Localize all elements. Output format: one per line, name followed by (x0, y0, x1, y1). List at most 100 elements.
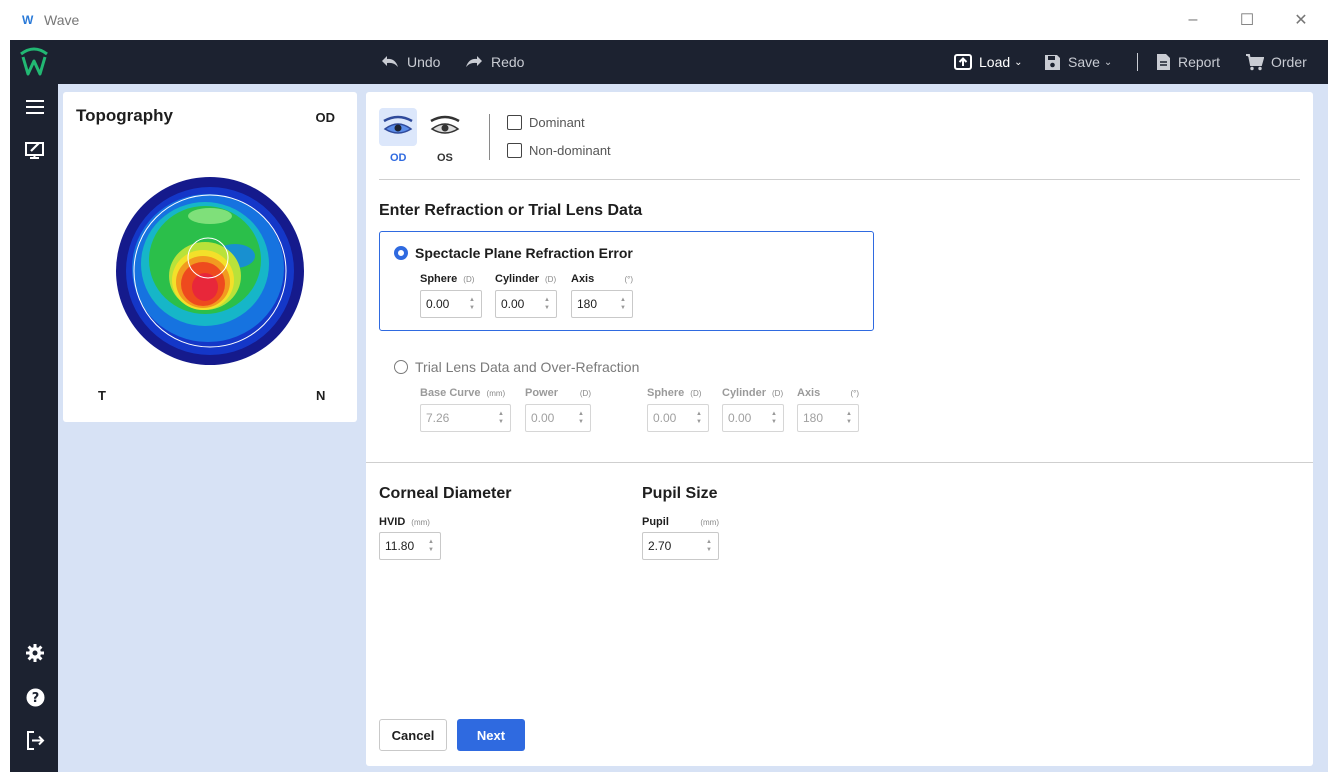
monitor-edit-icon[interactable] (24, 139, 46, 161)
divider (379, 179, 1300, 180)
cylinder-label: Cylinder (D) (495, 273, 557, 285)
os-eye-button[interactable] (426, 108, 464, 146)
svg-text:?: ? (31, 691, 39, 706)
divider (489, 114, 490, 160)
refraction-heading: Enter Refraction or Trial Lens Data (379, 202, 643, 219)
report-button[interactable]: Report (1156, 50, 1220, 74)
next-button[interactable]: Next (457, 719, 525, 751)
pupil-label: Pupil (mm) (642, 516, 719, 528)
menu-icon[interactable] (24, 96, 46, 118)
radio-selected-icon (394, 246, 408, 260)
trial-lens-radio[interactable]: Trial Lens Data and Over-Refraction (394, 359, 639, 375)
power-input[interactable]: 0.00 ▲ ▼ (525, 404, 591, 432)
trial-cylinder-input[interactable]: 0.00 ▲ ▼ (722, 404, 784, 432)
divider (366, 462, 1313, 463)
undo-icon (382, 56, 398, 67)
trial-axis-label: Axis (°) (797, 387, 859, 399)
load-label: Load (979, 54, 1011, 70)
top-toolbar: Undo Redo Load ⌄ Save ⌄ Report Order (10, 40, 1328, 84)
hvid-input[interactable]: 11.80 ▲ ▼ (379, 532, 441, 560)
power-label: Power (D) (525, 387, 591, 399)
spinner-icon[interactable]: ▲ ▼ (845, 411, 853, 425)
temporal-label: T (98, 388, 106, 403)
spinner-icon[interactable]: ▲ ▼ (770, 411, 778, 425)
dominant-label: Dominant (529, 115, 585, 130)
undo-label: Undo (407, 54, 441, 70)
minimize-button[interactable]: – (1166, 0, 1220, 40)
toolbar-divider (1137, 53, 1138, 71)
close-button[interactable]: ✕ (1274, 0, 1328, 40)
spinner-icon[interactable]: ▲ ▼ (468, 297, 476, 311)
order-button[interactable]: Order (1245, 50, 1307, 74)
pupil-size-heading: Pupil Size (642, 485, 718, 502)
save-icon (1045, 54, 1060, 70)
maximize-button[interactable]: ☐ (1220, 0, 1274, 40)
spinner-icon[interactable]: ▲ ▼ (705, 539, 713, 553)
cart-icon (1246, 53, 1264, 70)
load-icon (954, 54, 972, 70)
spinner-icon[interactable]: ▲ ▼ (497, 411, 505, 425)
checkbox-box (507, 143, 522, 158)
sphere-input[interactable]: 0.00 ▲ ▼ (420, 290, 482, 318)
spinner-icon[interactable]: ▲ ▼ (577, 411, 585, 425)
redo-icon (466, 56, 482, 67)
content-area: Topography OD T N OD OS Dominant Non-dom… (58, 84, 1328, 772)
window-title: Wave (44, 12, 80, 28)
chevron-down-icon: ⌄ (1103, 56, 1113, 68)
trial-axis-input[interactable]: 180 ▲ ▼ (797, 404, 859, 432)
report-label: Report (1178, 54, 1221, 70)
app-window: W Wave – ☐ ✕ Undo Redo Load ⌄ Save ⌄ Rep… (10, 0, 1328, 772)
topography-map (116, 177, 304, 365)
od-label: OD (390, 152, 407, 164)
axis-label: Axis (°) (571, 273, 633, 285)
trial-cylinder-label: Cylinder (D) (722, 387, 784, 399)
order-label: Order (1271, 54, 1307, 70)
corneal-diameter-heading: Corneal Diameter (379, 485, 512, 502)
report-icon (1157, 54, 1170, 70)
eye-icon (383, 115, 413, 134)
checkbox-box (507, 115, 522, 130)
nasal-label: N (316, 388, 326, 403)
cancel-button[interactable]: Cancel (379, 719, 447, 751)
topography-card: Topography OD T N (63, 92, 357, 422)
os-label: OS (437, 152, 453, 164)
spectacle-label: Spectacle Plane Refraction Error (415, 245, 633, 261)
help-icon[interactable]: ? (24, 686, 46, 708)
eye-icon (430, 115, 460, 134)
non-dominant-label: Non-dominant (529, 143, 611, 158)
spinner-icon[interactable]: ▲ ▼ (695, 411, 703, 425)
dominant-checkbox[interactable]: Dominant (507, 115, 585, 130)
save-menu[interactable]: Save ⌄ (1044, 50, 1112, 74)
hvid-label: HVID (mm) (379, 516, 430, 528)
sphere-label: Sphere (D) (420, 273, 475, 285)
axis-input[interactable]: 180 ▲ ▼ (571, 290, 633, 318)
refraction-form: OD OS Dominant Non-dominant Enter Refrac… (366, 92, 1313, 766)
save-label: Save (1068, 54, 1100, 70)
cylinder-input[interactable]: 0.00 ▲ ▼ (495, 290, 557, 318)
trial-sphere-input[interactable]: 0.00 ▲ ▼ (647, 404, 709, 432)
title-bar: W Wave – ☐ ✕ (10, 0, 1328, 40)
redo-button[interactable]: Redo (464, 50, 524, 74)
base-curve-label: Base Curve (mm) (420, 387, 506, 399)
spectacle-radio[interactable]: Spectacle Plane Refraction Error (394, 245, 633, 261)
redo-label: Redo (491, 54, 525, 70)
gear-icon[interactable] (24, 642, 46, 664)
base-curve-input[interactable]: 7.26 ▲ ▼ (420, 404, 511, 432)
load-menu[interactable]: Load ⌄ (954, 50, 1023, 74)
non-dominant-checkbox[interactable]: Non-dominant (507, 143, 611, 158)
pupil-input[interactable]: 2.70 ▲ ▼ (642, 532, 719, 560)
wave-logo-icon (20, 47, 48, 76)
logout-icon[interactable] (24, 729, 46, 751)
trial-sphere-label: Sphere (D) (647, 387, 702, 399)
spinner-icon[interactable]: ▲ ▼ (543, 297, 551, 311)
spinner-icon[interactable]: ▲ ▼ (619, 297, 627, 311)
undo-button[interactable]: Undo (380, 50, 440, 74)
spinner-icon[interactable]: ▲ ▼ (427, 539, 435, 553)
app-icon: W (22, 13, 34, 27)
topography-title: Topography (76, 106, 173, 125)
od-eye-button[interactable] (379, 108, 417, 146)
radio-unselected-icon (394, 360, 408, 374)
chevron-down-icon: ⌄ (1014, 56, 1023, 68)
sidebar: ? (10, 84, 58, 772)
topography-eye-label: OD (315, 110, 336, 125)
